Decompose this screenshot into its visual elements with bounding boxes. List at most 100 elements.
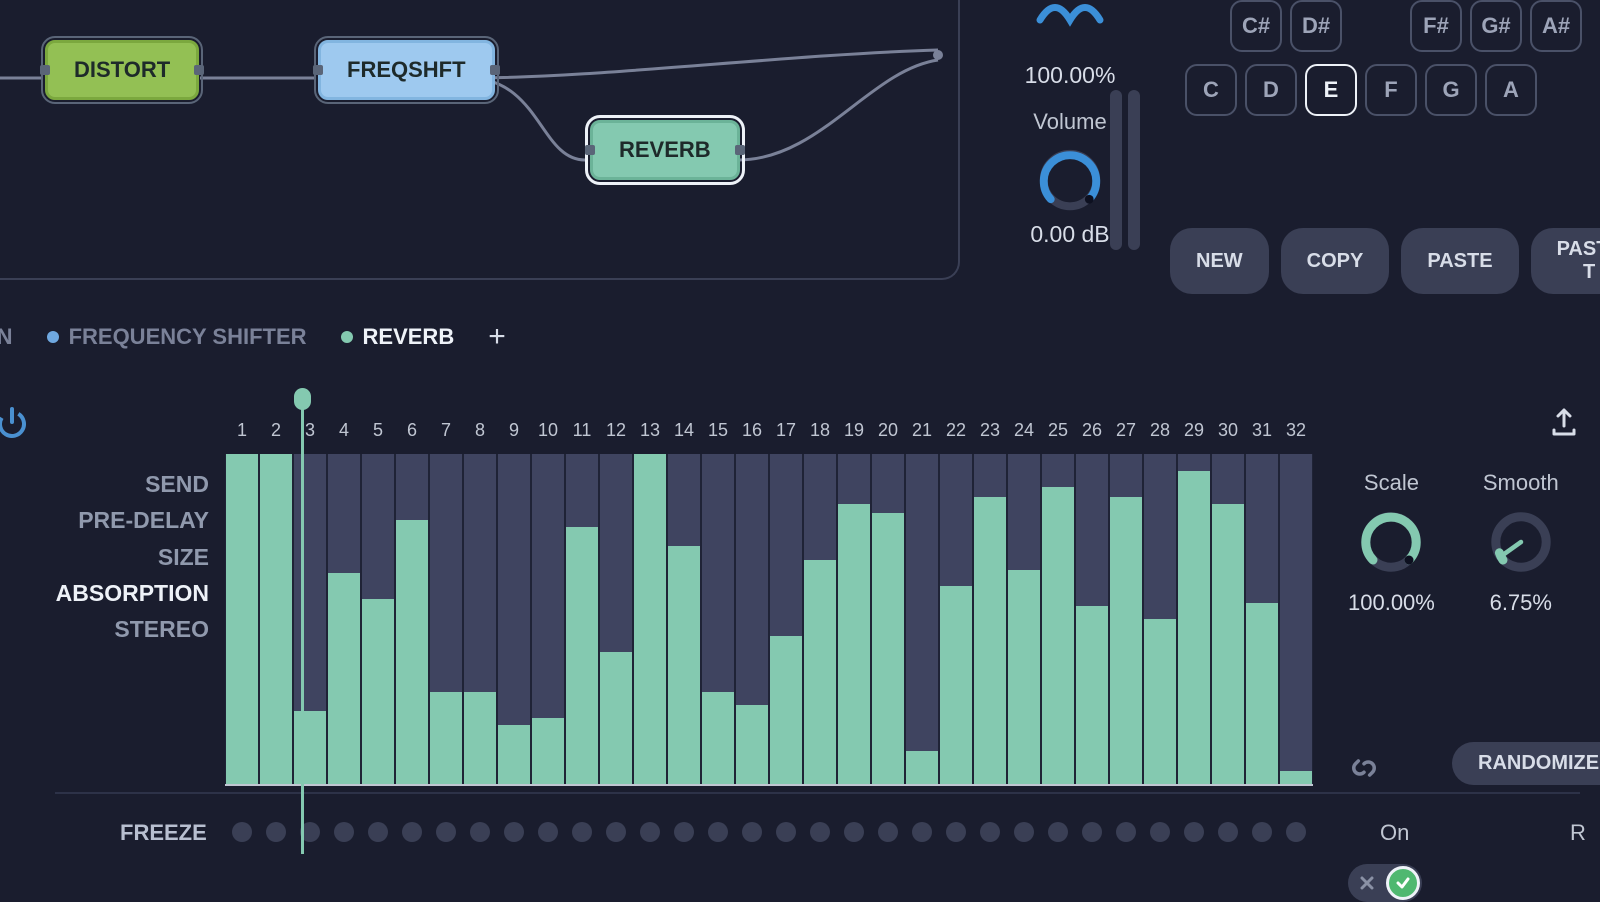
step-bar[interactable]: [1109, 454, 1143, 784]
randomize-button[interactable]: RANDOMIZE: [1452, 742, 1600, 785]
key-A[interactable]: A: [1485, 64, 1537, 116]
step-bar[interactable]: [939, 454, 973, 784]
step-bar[interactable]: [1177, 454, 1211, 784]
freeze-on-icon[interactable]: [1386, 866, 1420, 900]
key-Dsharp[interactable]: D#: [1290, 0, 1342, 52]
freeze-step[interactable]: [640, 822, 660, 842]
new-button[interactable]: NEW: [1170, 228, 1269, 294]
step-bar[interactable]: [1007, 454, 1041, 784]
key-F[interactable]: F: [1365, 64, 1417, 116]
link-icon[interactable]: [1348, 752, 1380, 784]
key-C[interactable]: C: [1185, 64, 1237, 116]
freeze-step[interactable]: [266, 822, 286, 842]
freeze-step[interactable]: [878, 822, 898, 842]
step-bar[interactable]: [361, 454, 395, 784]
freeze-step[interactable]: [912, 822, 932, 842]
step-bar[interactable]: [973, 454, 1007, 784]
freeze-step[interactable]: [1014, 822, 1034, 842]
param-size[interactable]: SIZE: [55, 539, 209, 575]
step-bar[interactable]: [225, 454, 259, 784]
freeze-off-icon[interactable]: [1350, 866, 1384, 900]
key-Asharp[interactable]: A#: [1530, 0, 1582, 52]
freeze-step[interactable]: [1252, 822, 1272, 842]
node-freqshft[interactable]: FREQSHFT: [318, 40, 495, 100]
step-bar[interactable]: [1075, 454, 1109, 784]
playhead[interactable]: [301, 394, 304, 854]
freeze-step[interactable]: [1218, 822, 1238, 842]
freeze-step[interactable]: [538, 822, 558, 842]
freeze-step[interactable]: [742, 822, 762, 842]
step-bar[interactable]: [633, 454, 667, 784]
node-graph[interactable]: DISTORT FREQSHFT REVERB: [0, 0, 960, 280]
step-bar[interactable]: [395, 454, 429, 784]
step-bar[interactable]: [531, 454, 565, 784]
step-bar[interactable]: [871, 454, 905, 784]
tab-frequency-shifter[interactable]: FREQUENCY SHIFTER: [47, 324, 307, 350]
step-bar[interactable]: [1245, 454, 1279, 784]
key-G[interactable]: G: [1425, 64, 1477, 116]
smooth-knob[interactable]: [1485, 506, 1557, 578]
step-bar[interactable]: [769, 454, 803, 784]
freeze-toggle[interactable]: [1348, 864, 1422, 902]
freeze-step[interactable]: [368, 822, 388, 842]
step-bar[interactable]: [463, 454, 497, 784]
freeze-step[interactable]: [1082, 822, 1102, 842]
freeze-step[interactable]: [980, 822, 1000, 842]
step-bar[interactable]: [735, 454, 769, 784]
power-icon[interactable]: [0, 404, 30, 440]
step-bar[interactable]: [1279, 454, 1313, 784]
key-Gsharp[interactable]: G#: [1470, 0, 1522, 52]
freeze-step[interactable]: [674, 822, 694, 842]
key-Csharp[interactable]: C#: [1230, 0, 1282, 52]
step-bar[interactable]: [259, 454, 293, 784]
paste-button[interactable]: PASTE: [1401, 228, 1518, 294]
freeze-step[interactable]: [1116, 822, 1136, 842]
step-bar[interactable]: [293, 454, 327, 784]
paste-t-button[interactable]: PASTE T: [1531, 228, 1600, 294]
scale-knob[interactable]: [1355, 506, 1427, 578]
node-distort[interactable]: DISTORT: [45, 40, 199, 100]
step-bar[interactable]: [565, 454, 599, 784]
step-bar[interactable]: [701, 454, 735, 784]
copy-button[interactable]: COPY: [1281, 228, 1390, 294]
param-send[interactable]: SEND: [55, 466, 209, 502]
step-bar[interactable]: [327, 454, 361, 784]
freeze-step[interactable]: [1184, 822, 1204, 842]
step-bars[interactable]: [225, 454, 1313, 784]
upload-icon[interactable]: [1548, 406, 1580, 438]
tab-distortion[interactable]: TION: [0, 324, 13, 350]
step-bar[interactable]: [497, 454, 531, 784]
step-bar[interactable]: [599, 454, 633, 784]
freeze-step[interactable]: [606, 822, 626, 842]
freeze-step[interactable]: [436, 822, 456, 842]
step-bar[interactable]: [1041, 454, 1075, 784]
step-bar[interactable]: [667, 454, 701, 784]
freeze-step[interactable]: [232, 822, 252, 842]
freeze-step[interactable]: [402, 822, 422, 842]
step-bar[interactable]: [1143, 454, 1177, 784]
param-absorption[interactable]: ABSORPTION: [55, 575, 209, 611]
key-E[interactable]: E: [1305, 64, 1357, 116]
volume-knob[interactable]: [1035, 145, 1105, 215]
key-Fsharp[interactable]: F#: [1410, 0, 1462, 52]
add-tab-button[interactable]: +: [488, 320, 506, 354]
freeze-step[interactable]: [1048, 822, 1068, 842]
step-bar[interactable]: [803, 454, 837, 784]
freeze-step[interactable]: [572, 822, 592, 842]
step-bar[interactable]: [1211, 454, 1245, 784]
freeze-step[interactable]: [844, 822, 864, 842]
step-bar[interactable]: [429, 454, 463, 784]
node-reverb[interactable]: REVERB: [590, 120, 740, 180]
freeze-step[interactable]: [776, 822, 796, 842]
key-D[interactable]: D: [1245, 64, 1297, 116]
freeze-step[interactable]: [946, 822, 966, 842]
freeze-step[interactable]: [1150, 822, 1170, 842]
freeze-step[interactable]: [1286, 822, 1306, 842]
freeze-step[interactable]: [810, 822, 830, 842]
param-stereo[interactable]: STEREO: [55, 611, 209, 647]
freeze-step[interactable]: [334, 822, 354, 842]
freeze-step[interactable]: [708, 822, 728, 842]
tab-reverb[interactable]: REVERB: [341, 324, 455, 350]
step-bar[interactable]: [905, 454, 939, 784]
freeze-step[interactable]: [504, 822, 524, 842]
